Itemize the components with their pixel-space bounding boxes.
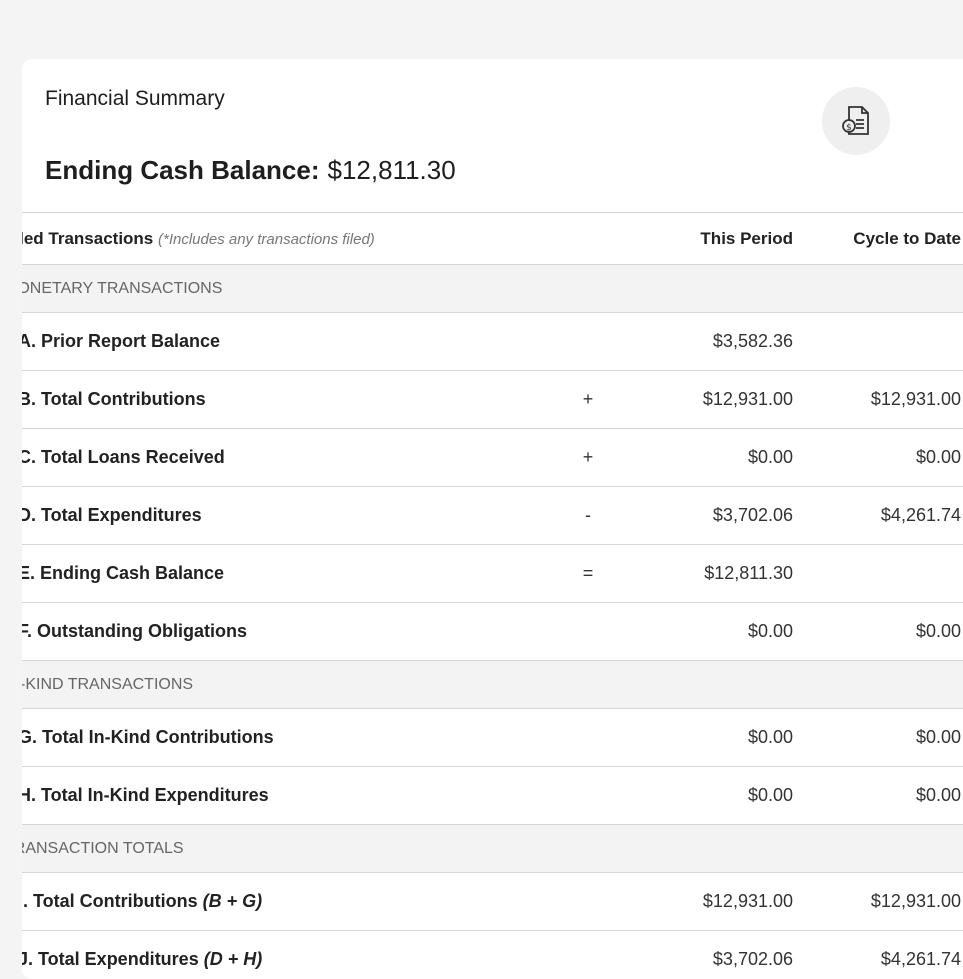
row-cycle-to-date: $0.00 <box>793 709 963 767</box>
row-cycle-to-date: $0.00 <box>793 429 963 487</box>
row-formula: (B + G) <box>203 891 263 911</box>
row-label: F. Outstanding Obligations <box>22 621 247 641</box>
row-cycle-to-date-value: $0.00 <box>916 621 963 642</box>
row-cycle-to-date: $12,931.00 <box>793 873 963 931</box>
row-cycle-to-date <box>793 313 963 371</box>
row-operator <box>553 767 623 825</box>
card-header: Financial Summary Ending Cash Balance: $1… <box>22 59 963 212</box>
table-row: H. Total In-Kind Expenditures $0.00 $0.00 <box>22 767 963 825</box>
header-this-period: This Period <box>623 213 793 265</box>
table-row: E. Ending Cash Balance =$12,811.30 <box>22 545 963 603</box>
header-op <box>553 213 623 265</box>
row-label: I. Total Contributions <box>22 891 198 911</box>
table-row: C. Total Loans Received+$0.00$0.00 <box>22 429 963 487</box>
row-cycle-to-date: $4,261.74 <box>793 487 963 545</box>
row-label-cell: J. Total Expenditures (D + H) <box>22 931 553 979</box>
row-operator: + <box>553 371 623 429</box>
row-cycle-to-date-value: $4,261.74 <box>881 949 963 970</box>
row-label-cell: I. Total Contributions (B + G) <box>22 873 553 931</box>
header-note: (*Includes any transactions filed) <box>158 231 375 248</box>
row-label-cell: A. Prior Report Balance <box>22 313 553 371</box>
row-cycle-to-date-value: $4,261.74 <box>881 505 963 526</box>
row-label: C. Total Loans Received <box>22 447 225 467</box>
row-label: J. Total Expenditures <box>22 949 199 969</box>
row-cycle-to-date-value: $0.00 <box>916 785 963 806</box>
table-row: A. Prior Report Balance $3,582.36 <box>22 313 963 371</box>
row-label: A. Prior Report Balance <box>22 331 220 351</box>
ending-cash-balance-value: $12,811.30 <box>328 155 456 185</box>
table-row: G. Total In-Kind Contributions $0.00 $0.00 <box>22 709 963 767</box>
financial-summary-card: Financial Summary Ending Cash Balance: $1… <box>22 59 963 979</box>
table-header-row: Filed Transactions (*Includes any transa… <box>22 213 963 265</box>
row-this-period: $12,811.30 <box>623 545 793 603</box>
row-this-period: $3,582.36 <box>623 313 793 371</box>
header-cycle-to-date: Cycle to Date <box>793 213 963 265</box>
row-this-period: $0.00 <box>623 603 793 661</box>
row-formula: (D + H) <box>204 949 263 969</box>
row-label: E. Ending Cash Balance <box>22 563 224 583</box>
row-operator <box>553 709 623 767</box>
table-row: D. Total Expenditures -$3,702.06 $4,261.74 <box>22 487 963 545</box>
table-row: I. Total Contributions (B + G) $12,931.00… <box>22 873 963 931</box>
row-this-period: $12,931.00 <box>623 873 793 931</box>
row-this-period: $0.00 <box>623 429 793 487</box>
row-this-period: $0.00 <box>623 709 793 767</box>
row-operator <box>553 873 623 931</box>
row-label-cell: H. Total In-Kind Expenditures <box>22 767 553 825</box>
row-cycle-to-date: $0.00 <box>793 767 963 825</box>
row-cycle-to-date: $4,261.74 <box>793 931 963 979</box>
row-operator <box>553 313 623 371</box>
row-label: B. Total Contributions <box>22 389 206 409</box>
row-label-cell: F. Outstanding Obligations <box>22 603 553 661</box>
row-this-period: $0.00 <box>623 767 793 825</box>
row-label: H. Total In-Kind Expenditures <box>22 785 269 805</box>
table-row: J. Total Expenditures (D + H) $3,702.06 $4… <box>22 931 963 979</box>
row-label: G. Total In-Kind Contributions <box>22 727 274 747</box>
row-operator: = <box>553 545 623 603</box>
row-this-period: $12,931.00 <box>623 371 793 429</box>
section-row: MONETARY TRANSACTIONS <box>22 265 963 313</box>
row-cycle-to-date-value: $12,931.00 <box>871 389 963 410</box>
row-cycle-to-date-value: $0.00 <box>916 447 963 468</box>
document-dollar-icon: $ <box>822 87 890 155</box>
row-cycle-to-date-value: $12,931.00 <box>871 891 963 912</box>
svg-text:$: $ <box>846 123 852 133</box>
row-label-cell: C. Total Loans Received <box>22 429 553 487</box>
row-label-cell: D. Total Expenditures <box>22 487 553 545</box>
row-operator <box>553 931 623 979</box>
header-filed-transactions: Filed Transactions (*Includes any transa… <box>22 213 553 265</box>
table-row: F. Outstanding Obligations $0.00 $0.00 <box>22 603 963 661</box>
section-row: IN-KIND TRANSACTIONS <box>22 661 963 709</box>
section-row: TRANSACTION TOTALS <box>22 825 963 873</box>
row-cycle-to-date-value: $0.00 <box>916 727 963 748</box>
ending-cash-balance-label: Ending Cash Balance: <box>45 155 320 185</box>
row-operator: - <box>553 487 623 545</box>
row-cycle-to-date: $12,931.00 <box>793 371 963 429</box>
section-title: TRANSACTION TOTALS <box>22 825 963 873</box>
table-row: B. Total Contributions+$12,931.00$12,931… <box>22 371 963 429</box>
card-title: Financial Summary <box>45 87 225 111</box>
row-this-period: $3,702.06 <box>623 931 793 979</box>
row-label-cell: E. Ending Cash Balance <box>22 545 553 603</box>
header-description: Filed Transactions <box>22 229 153 248</box>
row-cycle-to-date: $0.00 <box>793 603 963 661</box>
financial-summary-table: Filed Transactions (*Includes any transa… <box>22 212 963 979</box>
header-cycle-to-date-text: Cycle to Date <box>853 229 963 249</box>
row-label: D. Total Expenditures <box>22 505 202 525</box>
row-operator <box>553 603 623 661</box>
row-this-period: $3,702.06 <box>623 487 793 545</box>
section-title: MONETARY TRANSACTIONS <box>22 265 963 313</box>
row-cycle-to-date <box>793 545 963 603</box>
section-title: IN-KIND TRANSACTIONS <box>22 661 963 709</box>
row-label-cell: B. Total Contributions <box>22 371 553 429</box>
row-operator: + <box>553 429 623 487</box>
ending-cash-balance: Ending Cash Balance: $12,811.30 <box>45 155 456 186</box>
row-label-cell: G. Total In-Kind Contributions <box>22 709 553 767</box>
